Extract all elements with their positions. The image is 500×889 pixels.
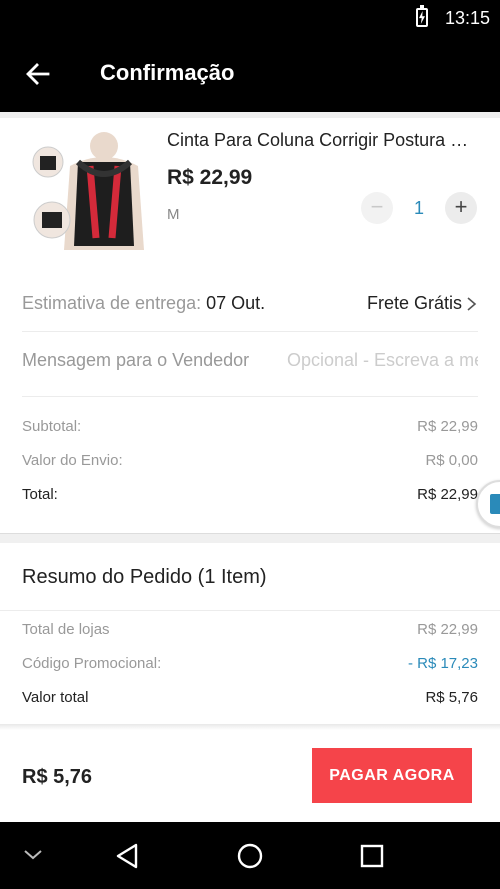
chevron-right-icon [467,297,477,311]
seller-message-row: Mensagem para o Vendedor Opcional - Escr… [22,350,478,380]
nav-home-icon[interactable] [236,842,264,870]
product-image[interactable] [30,126,148,250]
status-bar: 13:15 [0,0,500,36]
divider [0,610,500,611]
grand-total-label: Valor total [22,689,89,706]
total-value: R$ 22,99 [417,486,478,503]
seller-message-input[interactable]: Opcional - Escreva a mensagem [287,350,478,371]
page-title: Confirmação [100,60,235,85]
section-separator [0,533,500,543]
divider [22,396,478,397]
product-item: Cinta Para Coluna Corrigir Postura Ortop… [0,118,500,268]
promo-code-value: - R$ 17,23 [407,655,478,672]
back-arrow-icon[interactable] [24,60,52,88]
seller-message-label: Mensagem para o Vendedor [22,350,250,370]
system-nav-bar [0,822,500,889]
stores-total-label: Total de lojas [22,621,110,638]
pay-now-button[interactable]: PAGAR AGORA [312,748,472,803]
order-summary-title: Resumo do Pedido (1 Item) [22,566,267,588]
delivery-row[interactable]: Estimativa de entrega: 07 Out. Frete Grá… [22,293,478,323]
status-time: 13:15 [444,8,490,28]
app-bar: Confirmação [0,36,500,112]
product-name[interactable]: Cinta Para Coluna Corrigir Postura Ortop… [167,130,477,151]
promo-code-row[interactable]: Código Promocional: - R$ 17,23 [22,655,478,675]
shipping-cost-label: Valor do Envio: [22,452,123,469]
shipping-cost-value: R$ 0,00 [425,452,478,469]
shipping-option[interactable]: Frete Grátis [367,293,462,314]
delivery-label: Estimativa de entrega: [22,293,202,313]
product-variant: M [167,206,180,223]
floating-help-button[interactable] [476,480,500,528]
divider [22,331,478,332]
grand-total-value: R$ 5,76 [425,689,478,706]
checkout-bar: R$ 5,76 PAGAR AGORA [0,730,500,822]
stores-total-value: R$ 22,99 [417,621,478,638]
battery-charging-icon [416,5,428,27]
stores-total-row: Total de lojas R$ 22,99 [22,621,478,641]
total-label: Total: [22,486,58,503]
subtotal-label: Subtotal: [22,418,82,435]
product-price: R$ 22,99 [167,166,253,189]
quantity-value: 1 [413,198,424,218]
quantity-increase-button[interactable]: + [445,192,477,224]
shipping-cost-row: Valor do Envio: R$ 0,00 [22,452,478,472]
nav-collapse-icon[interactable] [22,848,44,862]
total-row: Total: R$ 22,99 [22,486,478,506]
delivery-date: 07 Out. [206,293,266,313]
cube-icon [490,494,500,514]
nav-back-icon[interactable] [114,842,142,870]
subtotal-value: R$ 22,99 [417,418,478,435]
promo-code-label: Código Promocional: [22,655,162,672]
quantity-decrease-button[interactable]: − [361,192,393,224]
grand-total-row: Valor total R$ 5,76 [22,689,478,709]
subtotal-row: Subtotal: R$ 22,99 [22,418,478,438]
checkout-total: R$ 5,76 [22,766,93,788]
nav-recents-icon[interactable] [359,843,385,869]
